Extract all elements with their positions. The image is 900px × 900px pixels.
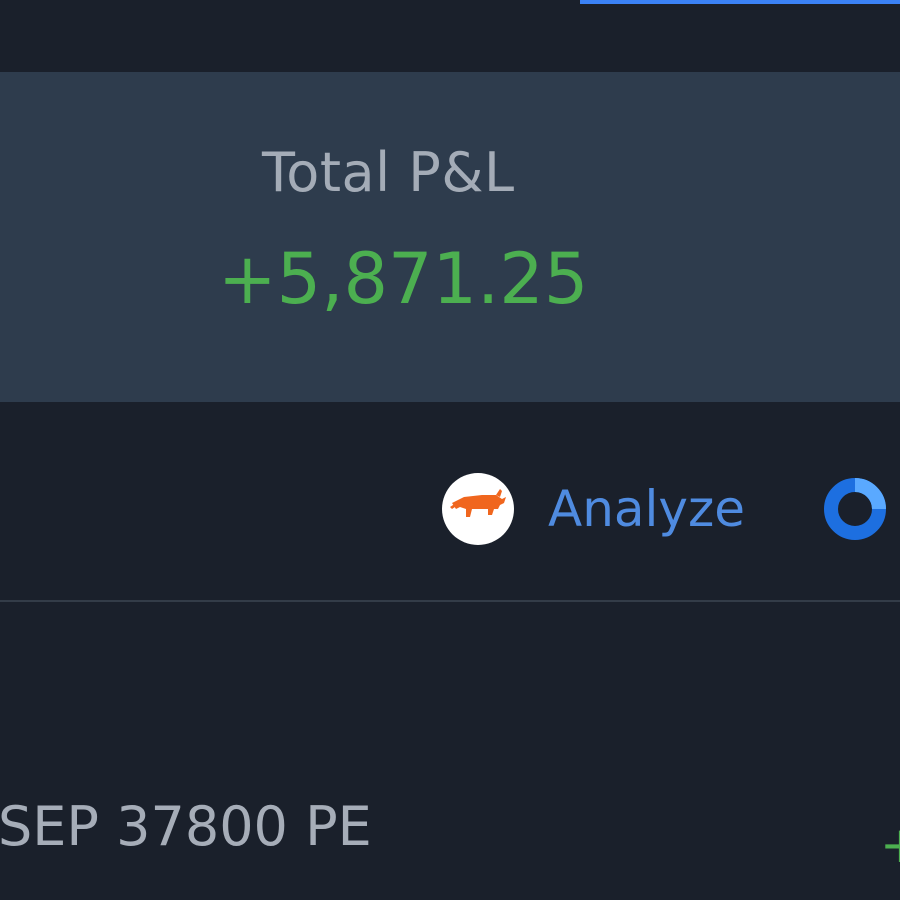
positions-screen: Total P&L +5,871.25 Analyze SEP 37800 PE… bbox=[0, 0, 900, 900]
pnl-summary-panel bbox=[0, 72, 900, 402]
instrument-name: SEP 37800 PE bbox=[0, 795, 372, 858]
position-pnl: + bbox=[880, 820, 900, 870]
analyze-button[interactable]: Analyze bbox=[548, 484, 745, 534]
ring-icon[interactable] bbox=[822, 476, 888, 542]
top-tab-bar bbox=[0, 0, 900, 72]
bull-icon[interactable] bbox=[442, 473, 514, 545]
total-pnl-value: +5,871.25 bbox=[218, 238, 589, 320]
active-tab-indicator bbox=[580, 0, 900, 4]
total-pnl-label: Total P&L bbox=[262, 141, 515, 204]
